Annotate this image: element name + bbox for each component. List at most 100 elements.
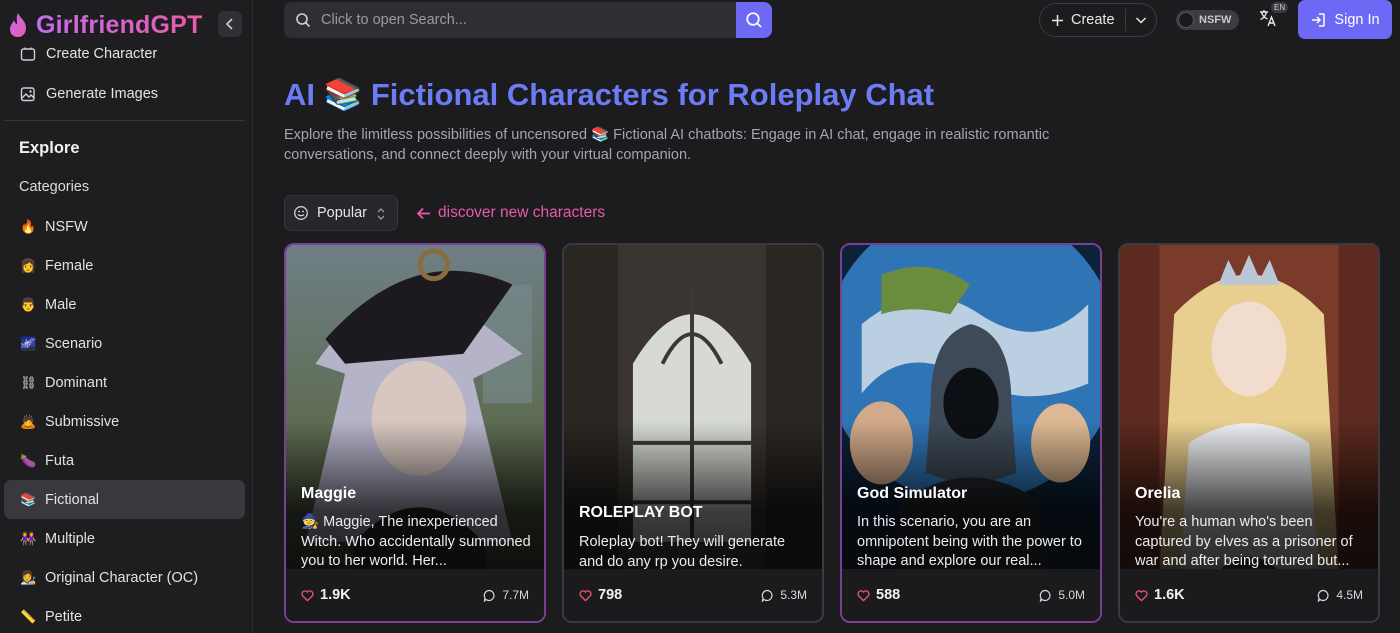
fire-icon: 🔥 (20, 219, 37, 234)
category-label: Submissive (45, 413, 120, 430)
create-button-group: Create (1039, 3, 1157, 37)
explore-heading: Explore (19, 139, 80, 157)
toggle-knob (1178, 12, 1194, 28)
category-label: Dominant (45, 374, 108, 391)
plus-icon (1052, 14, 1063, 26)
character-card-roleplay-bot[interactable]: ROLEPLAY BOT Roleplay bot! They will gen… (562, 243, 824, 623)
search-placeholder: Click to open Search... (321, 12, 467, 28)
male-icon: 👨 (20, 297, 37, 312)
discover-label: discover new characters (438, 204, 606, 221)
sidebar-item-submissive[interactable]: 🙇 Submissive (4, 402, 245, 441)
nsfw-toggle-label: NSFW (1199, 14, 1232, 26)
character-card-god-simulator[interactable]: God Simulator In this scenario, you are … (840, 243, 1102, 623)
sidebar-item-male[interactable]: 👨 Male (4, 285, 245, 324)
create-dropdown-button[interactable] (1126, 14, 1156, 26)
category-label: Fictional (45, 491, 99, 508)
character-name: Orelia (1135, 485, 1181, 502)
sidebar-link-label: Create Character (46, 46, 158, 62)
discover-hint: discover new characters (415, 204, 605, 222)
galaxy-icon: 🌌 (20, 336, 37, 351)
login-icon (1312, 12, 1326, 27)
chevron-down-icon (1135, 17, 1147, 24)
sidebar-item-scenario[interactable]: 🌌 Scenario (4, 324, 245, 363)
sidebar-item-original-character[interactable]: 👩‍🎨 Original Character (OC) (4, 558, 245, 597)
sort-select[interactable]: Popular (284, 195, 398, 231)
sidebar-item-dominant[interactable]: ⛓ Dominant (4, 363, 245, 402)
character-name: God Simulator (857, 485, 968, 502)
like-count[interactable]: 1.9K (301, 587, 351, 603)
sidebar-item-multiple[interactable]: 👭 Multiple (4, 519, 245, 558)
arrow-left-icon (416, 207, 430, 219)
like-count[interactable]: 1.6K (1135, 587, 1185, 603)
category-label: Original Character (OC) (45, 569, 199, 586)
page-description: Explore the limitless possibilities of u… (284, 127, 1050, 163)
nsfw-toggle[interactable]: NSFW (1176, 10, 1239, 30)
bowing-icon: 🙇 (20, 414, 37, 429)
ruler-icon: 📏 (20, 609, 37, 624)
character-name: Maggie (301, 485, 357, 502)
like-count[interactable]: 798 (579, 587, 622, 603)
create-character-icon (20, 47, 36, 61)
female-icon: 👩 (20, 258, 37, 273)
like-count[interactable]: 588 (857, 587, 900, 603)
heart-icon (579, 589, 592, 602)
image-edit-icon (20, 87, 35, 102)
category-label: Male (45, 296, 77, 313)
category-label: Futa (45, 452, 75, 469)
character-card-maggie[interactable]: Maggie 🧙 Maggie, The inexperienced Witch… (284, 243, 546, 623)
like-count-value: 1.6K (1154, 587, 1185, 603)
sidebar-link-create-character[interactable]: Create Character (20, 44, 157, 64)
category-list: 🔥 NSFW 👩 Female 👨 Male 🌌 Scenario ⛓ Dominant … (4, 207, 245, 633)
sidebar-link-generate-images[interactable]: Generate Images (20, 84, 158, 104)
categories-heading[interactable]: Categories (19, 179, 89, 195)
sidebar-item-petite[interactable]: 📏 Petite (4, 597, 245, 633)
chevron-left-icon (225, 18, 233, 30)
sign-in-label: Sign In (1334, 11, 1380, 28)
sidebar-divider (4, 120, 245, 121)
category-label: Female (45, 257, 94, 274)
sidebar-item-futa[interactable]: 🍆 Futa (4, 441, 245, 480)
character-description: Roleplay bot! They will generate and do … (579, 534, 786, 570)
chat-count-value: 5.3M (780, 588, 807, 602)
character-description: 🧙 Maggie, The inexperienced Witch. Who a… (301, 514, 531, 569)
two-women-icon: 👭 (20, 531, 37, 546)
sort-select-value: Popular (317, 205, 367, 221)
search-icon (746, 12, 762, 28)
chat-count-value: 5.0M (1058, 588, 1085, 602)
sidebar-item-nsfw[interactable]: 🔥 NSFW (4, 207, 245, 246)
chat-count-value: 7.7M (502, 588, 529, 602)
eggplant-icon: 🍆 (20, 453, 37, 468)
flame-logo-icon (10, 13, 26, 37)
heart-icon (857, 589, 870, 602)
artist-icon: 👩‍🎨 (20, 570, 37, 585)
app-root: GirlfriendGPT Create Character Generate … (0, 0, 1400, 633)
page-title: AI 📚 Fictional Characters for Roleplay C… (284, 77, 935, 112)
sign-in-button[interactable]: Sign In (1298, 0, 1392, 39)
category-label: NSFW (45, 218, 88, 235)
sidebar-link-label: Generate Images (46, 86, 159, 102)
heart-icon (1135, 589, 1148, 602)
like-count-value: 588 (876, 587, 901, 603)
category-label: Multiple (45, 530, 95, 547)
search-submit-button[interactable] (736, 2, 772, 38)
chat-count: 4.5M (1317, 588, 1363, 602)
brand-logo[interactable]: GirlfriendGPT (6, 8, 203, 42)
chat-count: 5.3M (761, 588, 807, 602)
chat-count: 5.0M (1039, 588, 1085, 602)
character-card-orelia[interactable]: Orelia You're a human who's been capture… (1118, 243, 1380, 623)
create-button[interactable]: Create (1040, 12, 1125, 28)
chevron-up-down-icon (377, 208, 385, 220)
search-icon (296, 13, 311, 28)
sidebar-item-female[interactable]: 👩 Female (4, 246, 245, 285)
character-name: ROLEPLAY BOT (579, 504, 703, 521)
brand-name: GirlfriendGPT (36, 10, 203, 39)
chains-icon: ⛓ (20, 375, 37, 390)
category-label: Scenario (45, 335, 103, 352)
sidebar-item-fictional[interactable]: 📚 Fictional (4, 480, 245, 519)
chat-bubble-icon (1040, 589, 1051, 602)
character-description: You're a human who's been captured by el… (1135, 514, 1353, 569)
search-bar[interactable]: Click to open Search... (284, 2, 772, 38)
books-icon: 📚 (20, 492, 37, 507)
chat-bubble-icon (762, 589, 773, 602)
collapse-sidebar-button[interactable] (218, 11, 242, 37)
